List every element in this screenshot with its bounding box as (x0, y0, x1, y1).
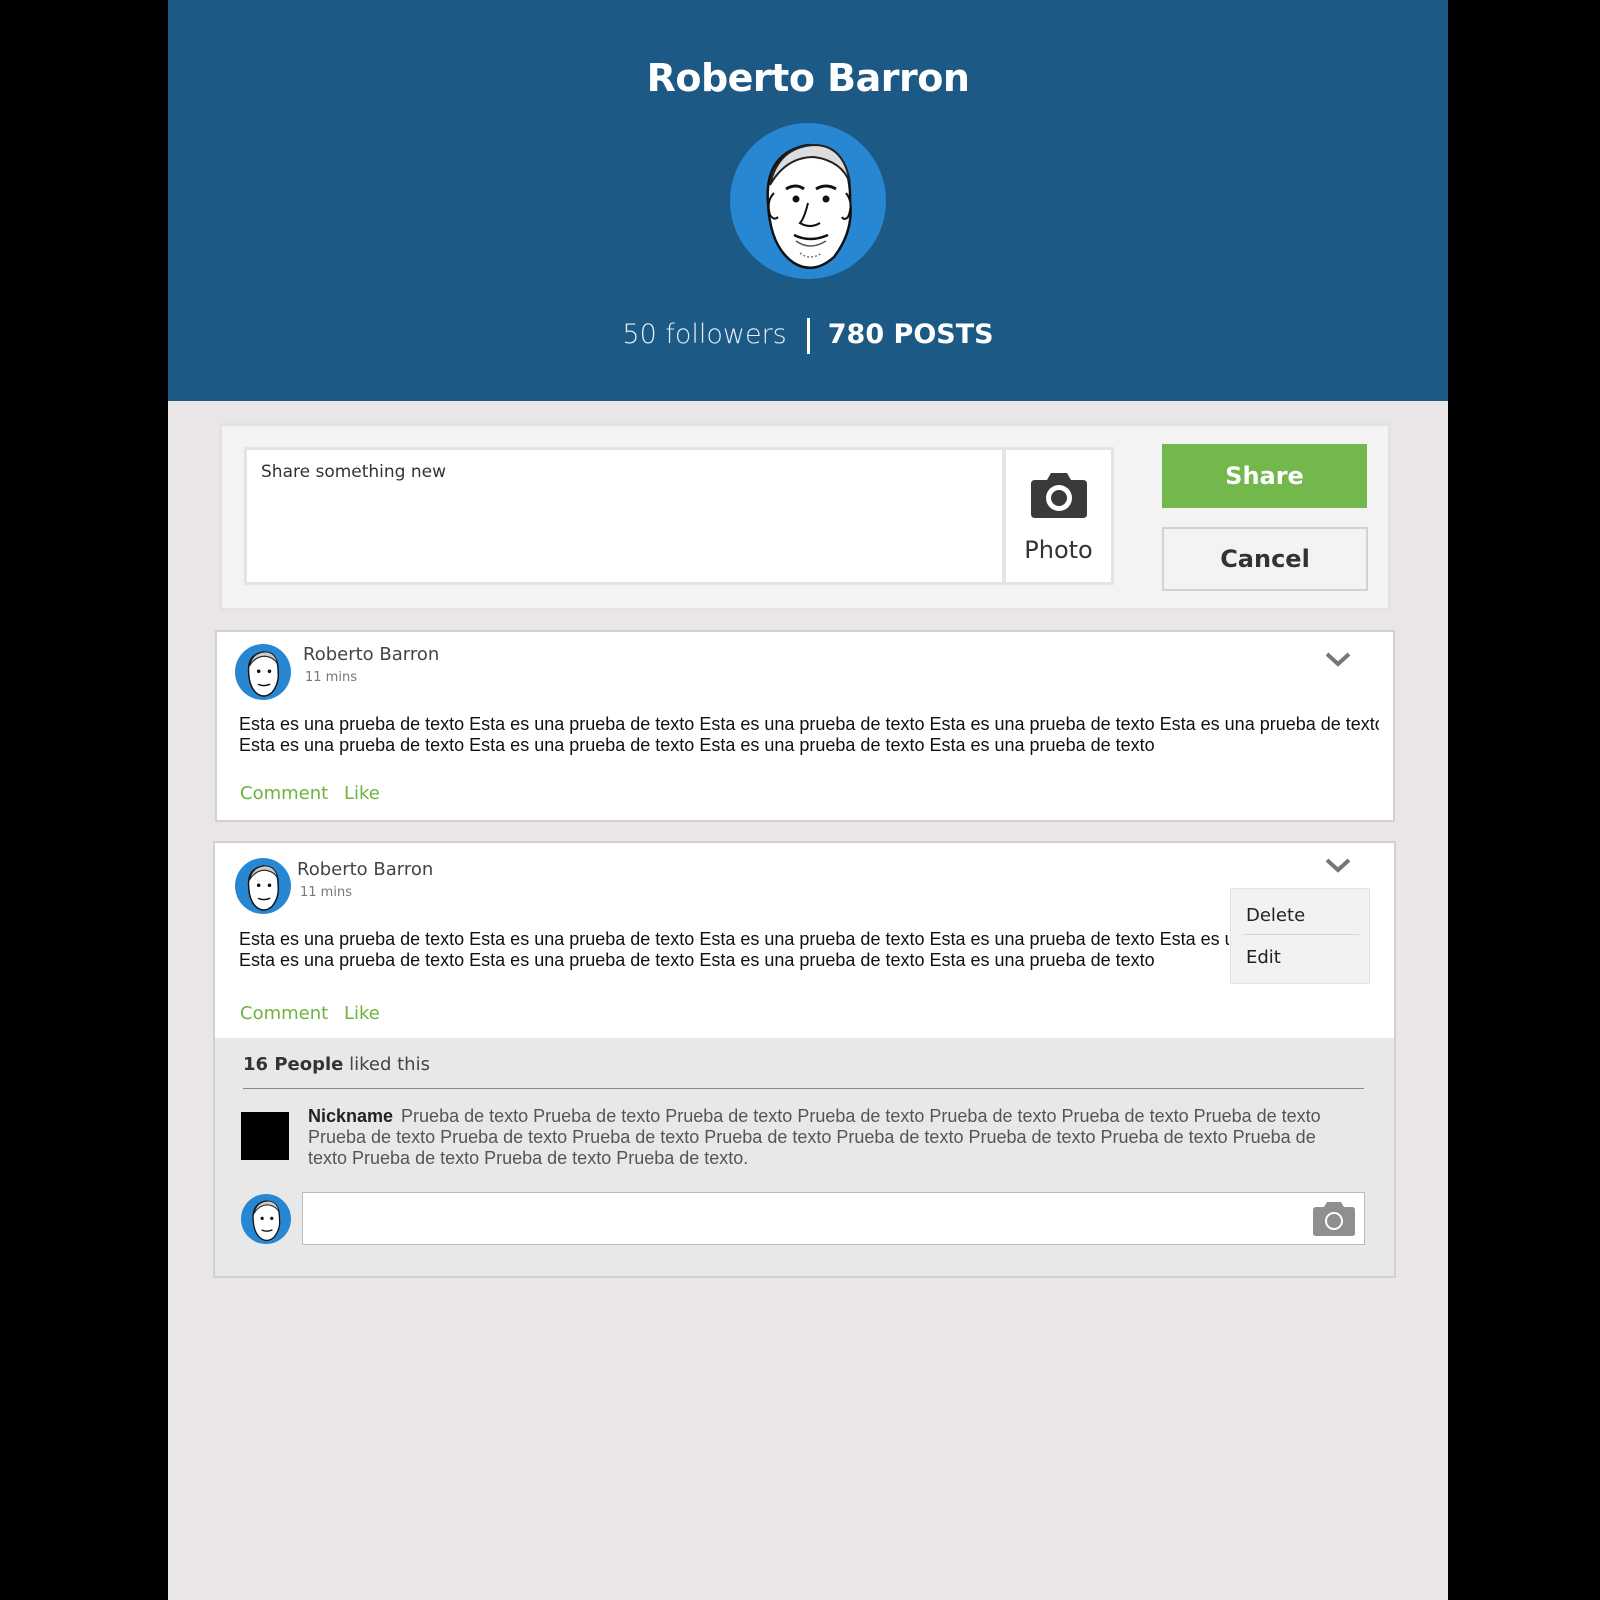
divider (243, 1088, 1364, 1089)
comment: Nickname Prueba de texto Prueba de texto … (308, 1106, 1358, 1169)
post-options-menu: Delete Edit (1230, 888, 1370, 984)
post-card: Roberto Barron 11 mins Esta es una prueb… (213, 841, 1396, 1278)
like-link[interactable]: Like (344, 1003, 380, 1024)
commenter-avatar[interactable] (241, 1112, 289, 1160)
likes-count: 16 People (243, 1054, 344, 1075)
avatar[interactable] (235, 858, 291, 914)
caricature-face-icon (247, 865, 280, 911)
delete-menu-item[interactable]: Delete (1246, 905, 1305, 926)
chevron-down-icon[interactable] (1323, 649, 1353, 669)
cancel-button[interactable]: Cancel (1162, 527, 1368, 591)
post-timestamp: 11 mins (305, 670, 357, 685)
comment-link[interactable]: Comment (240, 1003, 328, 1024)
like-link[interactable]: Like (344, 783, 380, 804)
profile-name: Roberto Barron (646, 56, 970, 100)
share-input[interactable] (244, 447, 1005, 585)
post-timestamp: 11 mins (300, 885, 352, 900)
post-card: Roberto Barron 11 mins Esta es una prueb… (215, 630, 1395, 822)
posts-count[interactable]: 780 POSTS (828, 319, 994, 350)
profile-avatar[interactable] (730, 123, 886, 279)
post-author[interactable]: Roberto Barron (297, 859, 433, 880)
comment-input[interactable] (302, 1192, 1365, 1245)
profile-header: Roberto Barron 50 followers 780 POSTS (168, 0, 1448, 401)
photo-button[interactable]: Photo (1003, 447, 1114, 585)
caricature-face-icon (766, 143, 852, 270)
likes-summary[interactable]: 16 People liked this (243, 1054, 430, 1075)
stats-divider (806, 317, 810, 354)
caricature-face-icon (252, 1200, 281, 1242)
photo-label: Photo (1024, 536, 1093, 564)
post-text-line: Esta es una prueba de texto Esta es una … (239, 714, 1379, 734)
post-text-line: Esta es una prueba de texto Esta es una … (239, 929, 1229, 949)
profile-page: Roberto Barron 50 followers 780 POSTS Sh… (168, 0, 1448, 1600)
followers-count[interactable]: 50 followers (622, 319, 786, 350)
share-button[interactable]: Share (1162, 444, 1367, 508)
comment-link[interactable]: Comment (240, 783, 328, 804)
camera-icon (1031, 473, 1087, 518)
likes-suffix: liked this (349, 1054, 430, 1075)
menu-divider (1243, 934, 1359, 935)
comments-section: 16 People liked this Nickname Prueba de t… (215, 1038, 1394, 1276)
post-composer: Photo Share Cancel (219, 423, 1391, 611)
comment-nickname[interactable]: Nickname (308, 1106, 393, 1126)
caricature-face-icon (247, 651, 280, 697)
edit-menu-item[interactable]: Edit (1246, 947, 1281, 968)
camera-icon[interactable] (1312, 1199, 1356, 1237)
chevron-down-icon[interactable] (1323, 855, 1353, 875)
post-text-line: Esta es una prueba de texto Esta es una … (239, 950, 1155, 970)
post-author[interactable]: Roberto Barron (303, 644, 439, 665)
avatar[interactable] (235, 644, 291, 700)
profile-stats: 50 followers 780 POSTS (168, 316, 1448, 354)
post-text-line: Esta es una prueba de texto Esta es una … (239, 735, 1155, 755)
comment-text: Prueba de texto Prueba de texto Prueba d… (308, 1106, 1321, 1168)
avatar (241, 1194, 291, 1244)
